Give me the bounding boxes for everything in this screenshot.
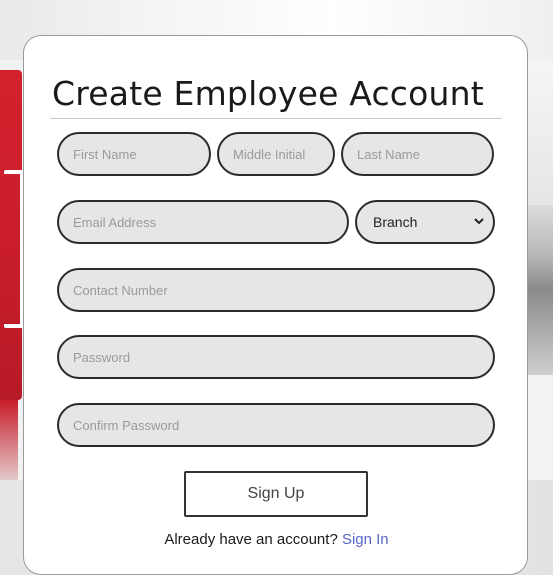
middle-initial-input[interactable] <box>217 132 335 176</box>
confirm-password-input[interactable] <box>57 403 495 447</box>
sign-in-link[interactable]: Sign In <box>342 531 389 548</box>
title-divider <box>50 118 502 119</box>
chevron-down-icon <box>473 214 485 230</box>
background-signage-shape <box>4 170 24 328</box>
contact-number-input[interactable] <box>57 268 495 312</box>
password-input[interactable] <box>57 335 495 379</box>
first-name-input[interactable] <box>57 132 211 176</box>
signin-prompt: Already have an account? Sign In <box>24 531 529 548</box>
signup-card: Create Employee Account Branch Sign Up A… <box>23 35 528 575</box>
branch-select-value: Branch <box>373 214 418 230</box>
page-title: Create Employee Account <box>52 74 484 113</box>
signin-prompt-text: Already have an account? <box>164 531 338 548</box>
last-name-input[interactable] <box>341 132 494 176</box>
sign-up-button[interactable]: Sign Up <box>184 471 368 517</box>
email-address-input[interactable] <box>57 200 349 244</box>
branch-select[interactable]: Branch <box>355 200 495 244</box>
